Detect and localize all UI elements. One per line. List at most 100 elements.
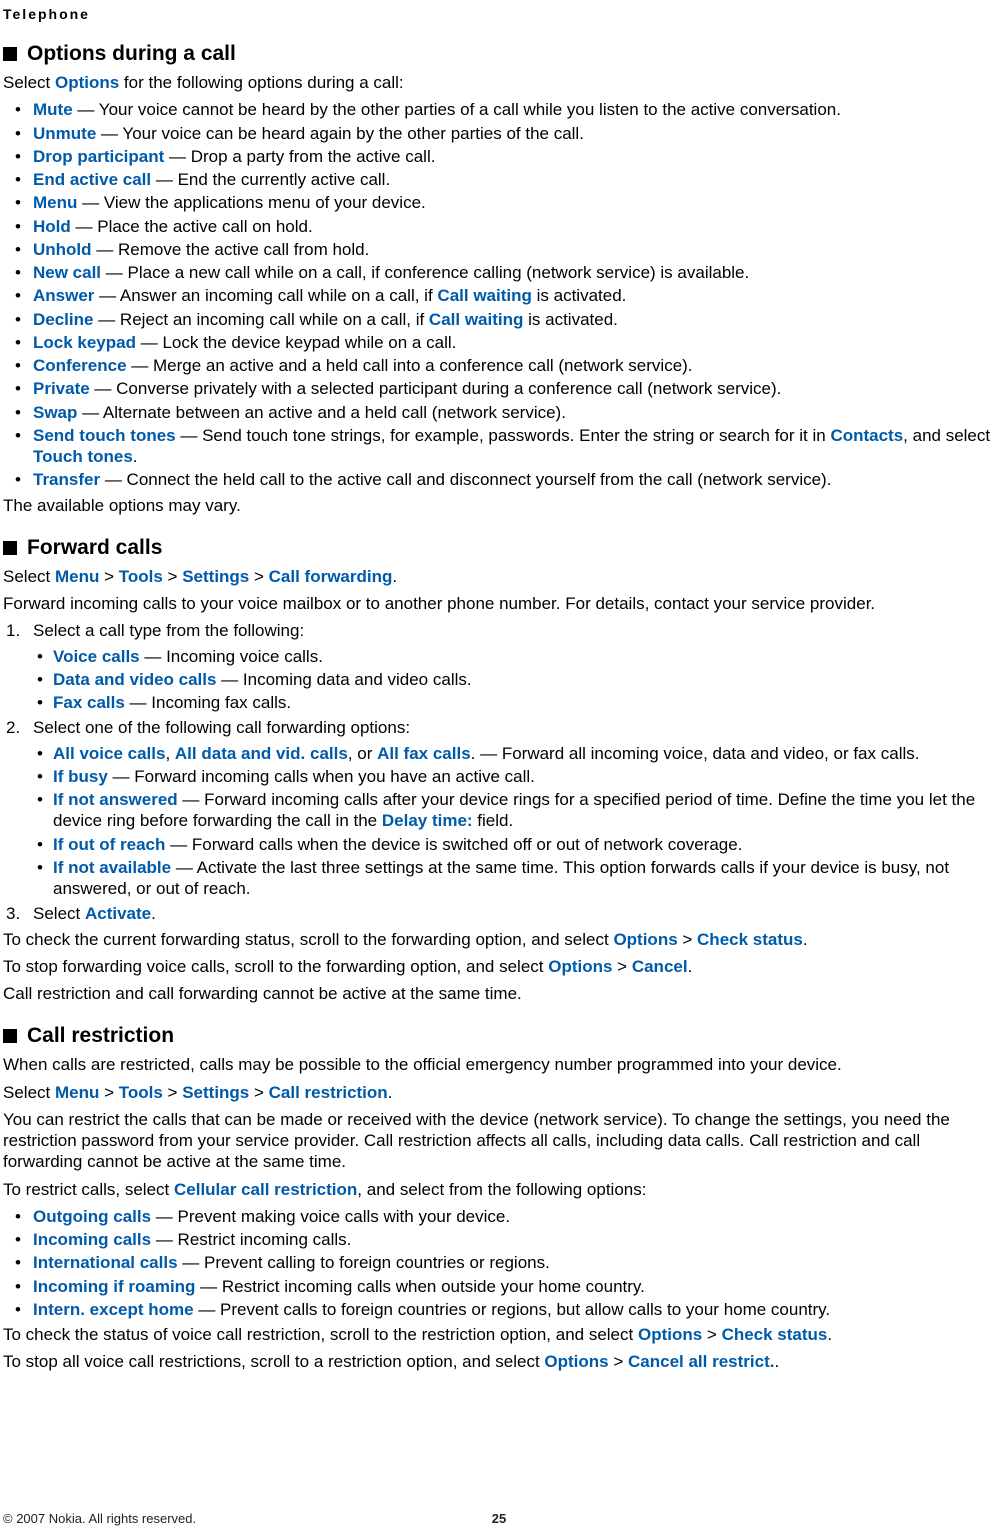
- list-item: End active call — End the currently acti…: [3, 169, 998, 190]
- section-2-path: Select Menu > Tools > Settings > Call fo…: [3, 566, 998, 587]
- square-bullet-icon: [3, 541, 17, 555]
- text: >: [99, 567, 118, 586]
- option-key: Intern. except home: [33, 1300, 194, 1319]
- option-key: Contacts: [830, 426, 903, 445]
- section-3-title: Call restriction: [27, 1024, 174, 1048]
- text: — Activate the last three settings at th…: [53, 858, 949, 898]
- text: — Place a new call while on a call, if c…: [101, 263, 749, 282]
- text: >: [678, 930, 697, 949]
- step-2-sublist: All voice calls, All data and vid. calls…: [33, 743, 998, 900]
- nav-path-key: Tools: [119, 567, 163, 586]
- text: — Answer an incoming call while on a cal…: [94, 286, 437, 305]
- list-item: Data and video calls — Incoming data and…: [33, 669, 998, 690]
- text: — Merge an active and a held call into a…: [127, 356, 693, 375]
- nav-path-key: Call forwarding: [269, 567, 393, 586]
- list-item: Answer — Answer an incoming call while o…: [3, 285, 998, 306]
- option-key: All fax calls: [377, 744, 471, 763]
- text: Select: [3, 1083, 55, 1102]
- text: is activated.: [523, 310, 618, 329]
- section-1-outro: The available options may vary.: [3, 495, 998, 516]
- text: — View the applications menu of your dev…: [77, 193, 425, 212]
- text: ,: [165, 744, 174, 763]
- text: .: [827, 1325, 832, 1344]
- options-key: Options: [613, 930, 677, 949]
- text: >: [702, 1325, 721, 1344]
- text: , or: [348, 744, 377, 763]
- text: , and select from the following options:: [357, 1180, 646, 1199]
- text: — Forward incoming calls when you have a…: [108, 767, 535, 786]
- cellular-restriction-key: Cellular call restriction: [174, 1180, 357, 1199]
- step-3: Select Activate.: [3, 903, 998, 924]
- list-item: Swap — Alternate between an active and a…: [3, 402, 998, 423]
- option-key: Unmute: [33, 124, 96, 143]
- list-item: Unmute — Your voice can be heard again b…: [3, 123, 998, 144]
- text: — End the currently active call.: [151, 170, 390, 189]
- text: .: [388, 1083, 393, 1102]
- option-key: International calls: [33, 1253, 178, 1272]
- option-key: If not available: [53, 858, 171, 877]
- section-3-status-line: To check the status of voice call restri…: [3, 1324, 998, 1345]
- option-key: Fax calls: [53, 693, 125, 712]
- nav-path-key: Call restriction: [269, 1083, 388, 1102]
- option-key: Touch tones: [33, 447, 133, 466]
- option-key: Drop participant: [33, 147, 164, 166]
- option-key: Incoming if roaming: [33, 1277, 195, 1296]
- text: — Alternate between an active and a held…: [77, 403, 566, 422]
- option-key: Conference: [33, 356, 127, 375]
- section-2-header: Forward calls: [3, 536, 998, 560]
- step-1-sublist: Voice calls — Incoming voice calls.Data …: [33, 646, 998, 714]
- text: — Converse privately with a selected par…: [90, 379, 782, 398]
- list-item: Incoming calls — Restrict incoming calls…: [3, 1229, 998, 1250]
- text: — Prevent making voice calls with your d…: [151, 1207, 510, 1226]
- text: for the following options during a call:: [119, 73, 403, 92]
- text: .: [803, 930, 808, 949]
- option-key: Delay time:: [382, 811, 473, 830]
- page-footer: © 2007 Nokia. All rights reserved. 25: [3, 1511, 995, 1526]
- step-1: Select a call type from the following: V…: [3, 620, 998, 713]
- section-2-title: Forward calls: [27, 536, 162, 560]
- text: Select: [3, 73, 55, 92]
- list-item: Unhold — Remove the active call from hol…: [3, 239, 998, 260]
- nav-path-key: Menu: [55, 1083, 99, 1102]
- section-3-intro: When calls are restricted, calls may be …: [3, 1054, 998, 1075]
- option-key: If out of reach: [53, 835, 165, 854]
- nav-path-key: Settings: [182, 1083, 249, 1102]
- list-item: All voice calls, All data and vid. calls…: [33, 743, 998, 764]
- text: — Restrict incoming calls.: [151, 1230, 351, 1249]
- option-key: Private: [33, 379, 90, 398]
- text: field.: [473, 811, 514, 830]
- text: — Incoming data and video calls.: [216, 670, 471, 689]
- option-key: Lock keypad: [33, 333, 136, 352]
- text: .: [688, 957, 693, 976]
- option-key: Decline: [33, 310, 93, 329]
- text: . — Forward all incoming voice, data and…: [471, 744, 920, 763]
- option-key: Menu: [33, 193, 77, 212]
- section-3-cancel-line: To stop all voice call restrictions, scr…: [3, 1351, 998, 1372]
- section-2-intro: Forward incoming calls to your voice mai…: [3, 593, 998, 614]
- options-key: Options: [638, 1325, 702, 1344]
- text: >: [163, 1083, 182, 1102]
- list-item: Outgoing calls — Prevent making voice ca…: [3, 1206, 998, 1227]
- section-3-path: Select Menu > Tools > Settings > Call re…: [3, 1082, 998, 1103]
- text: Select: [33, 904, 85, 923]
- text: .: [133, 447, 138, 466]
- list-item: Incoming if roaming — Restrict incoming …: [3, 1276, 998, 1297]
- list-item: If not answered — Forward incoming calls…: [33, 789, 998, 832]
- section-1-list: Mute — Your voice cannot be heard by the…: [3, 99, 998, 490]
- text: — Place the active call on hold.: [71, 217, 313, 236]
- section-3-lead: To restrict calls, select Cellular call …: [3, 1179, 998, 1200]
- option-key: All voice calls: [53, 744, 165, 763]
- list-item: Private — Converse privately with a sele…: [3, 378, 998, 399]
- option-key: Hold: [33, 217, 71, 236]
- text: — Drop a party from the active call.: [164, 147, 435, 166]
- option-key: Voice calls: [53, 647, 140, 666]
- list-item: If out of reach — Forward calls when the…: [33, 834, 998, 855]
- step-2: Select one of the following call forward…: [3, 717, 998, 899]
- section-3-header: Call restriction: [3, 1024, 998, 1048]
- list-item: Transfer — Connect the held call to the …: [3, 469, 998, 490]
- text: is activated.: [532, 286, 627, 305]
- option-key: Answer: [33, 286, 94, 305]
- list-item: International calls — Prevent calling to…: [3, 1252, 998, 1273]
- text: >: [249, 567, 268, 586]
- nav-path-key: Settings: [182, 567, 249, 586]
